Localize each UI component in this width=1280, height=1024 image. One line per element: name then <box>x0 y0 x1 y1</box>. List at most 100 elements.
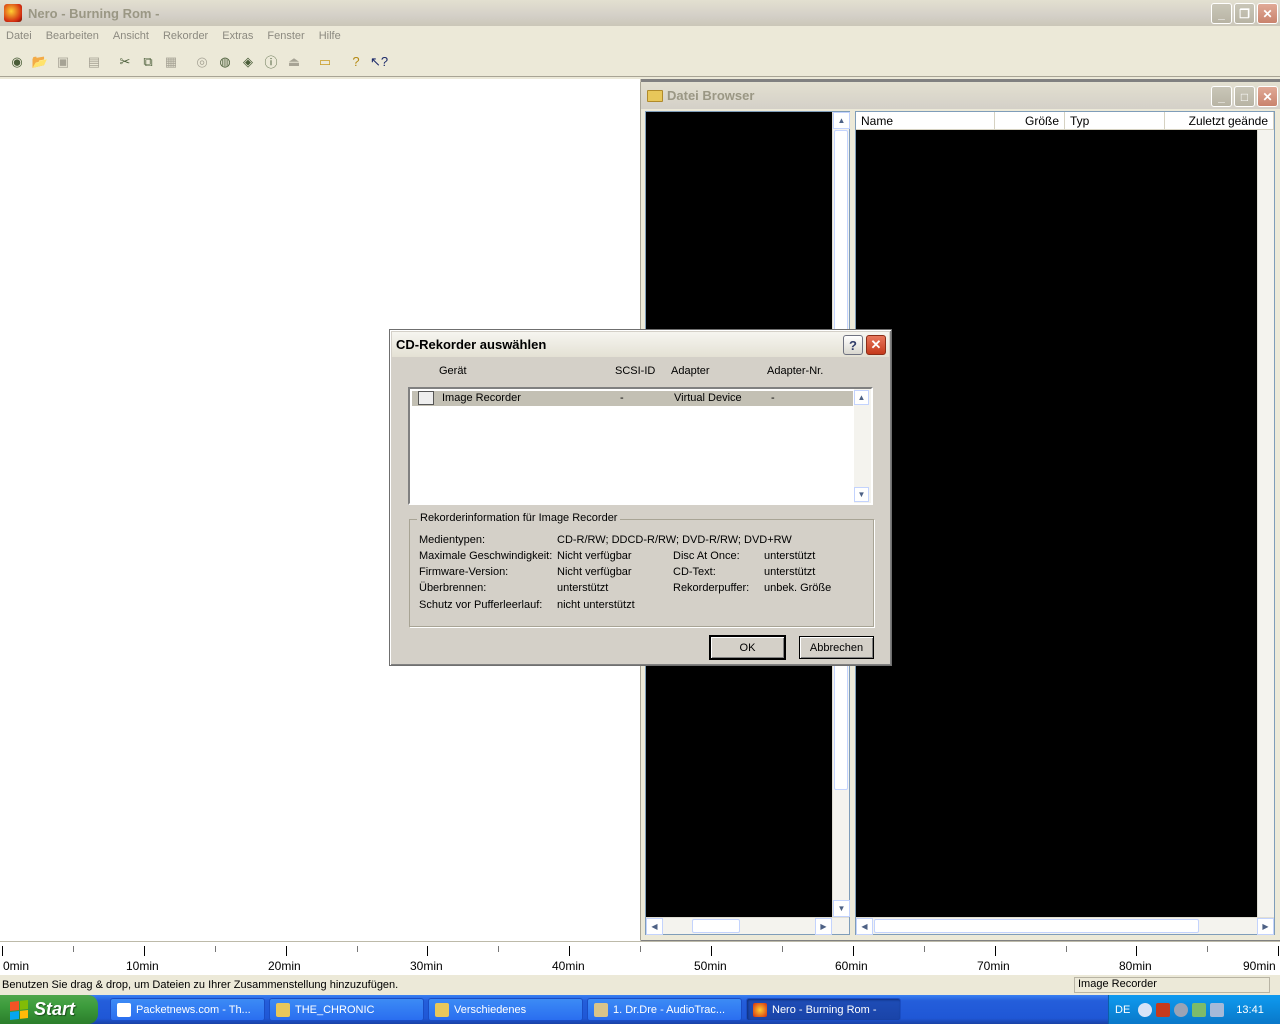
max-speed-value: Nicht verfügbar <box>557 550 632 562</box>
recorder-info-title: Rekorderinformation für Image Recorder <box>417 512 621 524</box>
scroll-right-icon[interactable]: ▶ <box>815 918 832 935</box>
context-help-icon[interactable]: ↖? <box>368 51 390 73</box>
eject-icon[interactable]: ⏏ <box>283 51 305 73</box>
timeline-tick <box>72 946 74 952</box>
timeline-label: 50min <box>694 959 727 973</box>
dialog-close-button[interactable]: ✕ <box>866 335 886 355</box>
disc-info-icon[interactable]: ◈ <box>237 51 259 73</box>
menu-ansicht[interactable]: Ansicht <box>113 30 149 42</box>
media-types-label: Medientypen: <box>419 534 486 546</box>
recorder-list-scrollbar[interactable]: ▲ ▼ <box>854 389 871 503</box>
timeline-label: 70min <box>977 959 1010 973</box>
dialog-title-bar[interactable]: CD-Rekorder auswählen ? ✕ <box>392 332 889 357</box>
column-device: Gerät <box>439 365 467 377</box>
timeline-tick <box>1207 946 1209 952</box>
task-packetnews[interactable]: Packetnews.com - Th... <box>110 998 265 1021</box>
recorder-info-icon[interactable]: ⓘ <box>260 51 282 73</box>
tray-monitor-icon[interactable] <box>1210 1002 1225 1017</box>
browser-icon <box>117 1002 131 1017</box>
list-vertical-scrollbar[interactable] <box>1257 130 1274 917</box>
column-size[interactable]: Größe <box>995 112 1065 129</box>
recorder-row[interactable]: Image Recorder - Virtual Device - <box>412 391 853 406</box>
column-name[interactable]: Name <box>856 112 996 129</box>
status-bar: Benutzen Sie drag & drop, um Dateien zu … <box>0 975 1280 995</box>
list-horizontal-scrollbar[interactable]: ◀ ▶ <box>856 917 1274 935</box>
timeline-label: 10min <box>126 959 159 973</box>
cancel-button[interactable]: Abbrechen <box>799 636 874 659</box>
restore-button[interactable]: ❐ <box>1234 3 1255 24</box>
menu-fenster[interactable]: Fenster <box>267 30 304 42</box>
browser-minimize-button[interactable]: _ <box>1211 86 1232 107</box>
recorder-adapter: Virtual Device <box>674 392 742 404</box>
tray-network-icon[interactable] <box>1192 1002 1207 1017</box>
buffer-underrun-label: Schutz vor Pufferleerlauf: <box>419 599 543 611</box>
task-the-chronic[interactable]: THE_CHRONIC <box>269 998 424 1021</box>
timeline-tick <box>1278 946 1280 956</box>
recorder-buffer-label: Rekorderpuffer: <box>673 582 750 594</box>
cut-icon[interactable]: ✂ <box>114 51 136 73</box>
task-audiotrack[interactable]: 1. Dr.Dre - AudioTrac... <box>587 998 742 1021</box>
dao-value: unterstützt <box>764 550 816 562</box>
select-recorder-dialog: CD-Rekorder auswählen ? ✕ Gerät SCSI-ID … <box>389 329 892 666</box>
tray-volume-icon[interactable] <box>1174 1002 1189 1017</box>
menu-datei[interactable]: Datei <box>6 30 32 42</box>
browser-maximize-button[interactable]: □ <box>1234 86 1255 107</box>
timeline-tick <box>923 946 925 952</box>
list-scroll-left-icon[interactable]: ◀ <box>856 918 873 935</box>
recorder-icon <box>418 391 434 405</box>
file-list[interactable]: Name Größe Typ Zuletzt geände ◀ ▶ <box>855 111 1275 935</box>
list-scroll-right-icon[interactable]: ▶ <box>1257 918 1274 935</box>
new-compilation-icon[interactable]: ◉ <box>6 51 28 73</box>
browser-close-button[interactable]: ✕ <box>1257 86 1278 107</box>
save-icon[interactable]: ▣ <box>52 51 74 73</box>
column-type[interactable]: Typ <box>1065 112 1165 129</box>
timeline-tick <box>781 946 783 952</box>
help-icon[interactable]: ? <box>345 51 367 73</box>
recorder-scroll-down-icon[interactable]: ▼ <box>854 487 869 502</box>
recorder-scroll-up-icon[interactable]: ▲ <box>854 390 869 405</box>
timeline-label: 90min <box>1243 959 1276 973</box>
menu-bearbeiten[interactable]: Bearbeiten <box>46 30 99 42</box>
copy-icon[interactable]: ⧉ <box>137 51 159 73</box>
minimize-button[interactable]: _ <box>1211 3 1232 24</box>
task-verschiedenes[interactable]: Verschiedenes <box>428 998 583 1021</box>
recorder-list[interactable]: Image Recorder - Virtual Device - ▲ ▼ <box>408 387 873 505</box>
scroll-up-icon[interactable]: ▲ <box>833 112 850 129</box>
copy-disc-icon[interactable]: ◍ <box>214 51 236 73</box>
timeline-tick <box>498 946 500 952</box>
language-indicator[interactable]: DE <box>1115 1004 1130 1016</box>
menu-hilfe[interactable]: Hilfe <box>319 30 341 42</box>
timeline-label: 80min <box>1119 959 1152 973</box>
ok-button[interactable]: OK <box>709 635 786 660</box>
tray-app-icon[interactable] <box>1156 1002 1171 1017</box>
paste-icon[interactable]: ▦ <box>160 51 182 73</box>
task-nero[interactable]: Nero - Burning Rom - <box>746 998 901 1021</box>
tree-horizontal-scrollbar[interactable]: ◀ ▶ <box>646 917 849 935</box>
system-tray: DE 13:41 <box>1108 995 1280 1024</box>
file-browser-title-bar[interactable]: Datei Browser _ □ ✕ <box>641 82 1280 109</box>
timeline-tick <box>852 946 854 956</box>
close-button[interactable]: ✕ <box>1257 3 1278 24</box>
timeline-tick <box>143 946 145 956</box>
max-speed-label: Maximale Geschwindigkeit: <box>419 550 553 562</box>
app-title-bar[interactable]: Nero - Burning Rom - _ ❐ ✕ <box>0 0 1280 26</box>
scroll-down-icon[interactable]: ▼ <box>833 900 850 917</box>
recorder-buffer-value: unbek. Größe <box>764 582 832 594</box>
start-button[interactable]: Start <box>0 995 98 1024</box>
open-icon[interactable]: 📂 <box>29 51 51 73</box>
timeline-label: 40min <box>552 959 585 973</box>
column-modified[interactable]: Zuletzt geände <box>1165 112 1274 129</box>
menu-extras[interactable]: Extras <box>222 30 253 42</box>
status-hint: Benutzen Sie drag & drop, um Dateien zu … <box>2 979 399 991</box>
menu-rekorder[interactable]: Rekorder <box>163 30 208 42</box>
help-button[interactable]: ? <box>843 335 863 355</box>
properties-icon[interactable]: ▤ <box>83 51 105 73</box>
file-browser-icon[interactable]: ▭ <box>314 51 336 73</box>
scroll-left-icon[interactable]: ◀ <box>646 918 663 935</box>
timeline-tick <box>285 946 287 956</box>
burn-icon[interactable]: ◎ <box>191 51 213 73</box>
timeline-tick <box>427 946 429 956</box>
timeline-label: 60min <box>835 959 868 973</box>
tray-expand-icon[interactable] <box>1138 1002 1153 1017</box>
timeline-tick <box>2 946 3 956</box>
